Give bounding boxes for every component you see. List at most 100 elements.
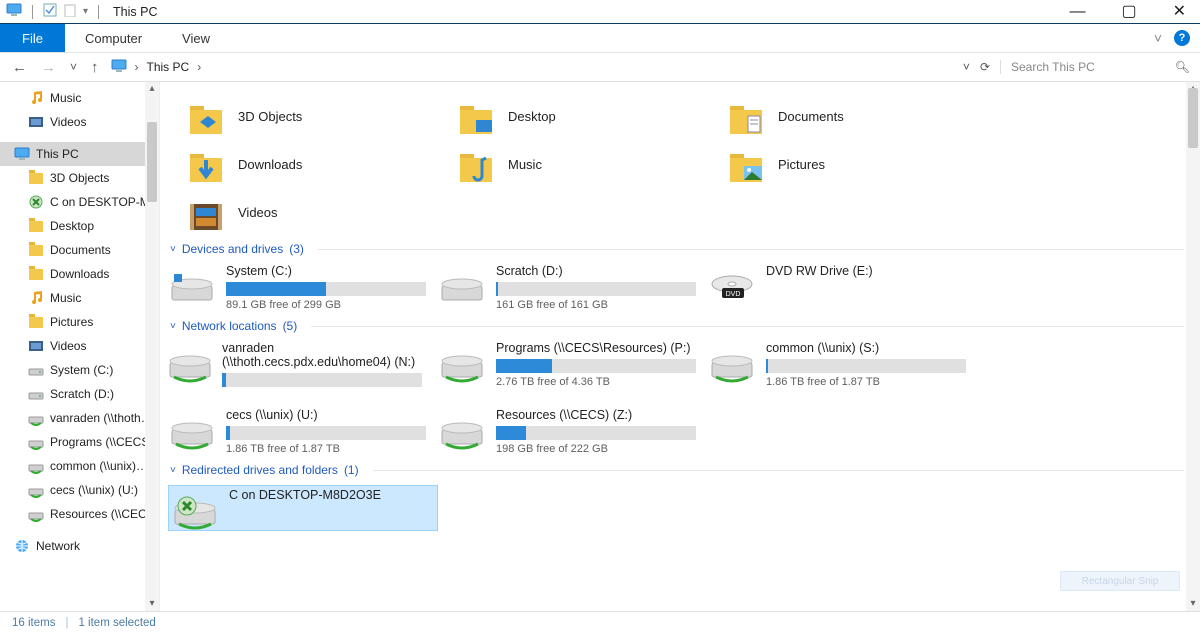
qat-dropdown-icon[interactable]: ▾	[83, 6, 88, 17]
tree-item[interactable]: Resources (\\CEC…	[0, 502, 159, 526]
ribbon-chevron-icon[interactable]: ˅	[1154, 30, 1162, 46]
minimize-button[interactable]: —	[1069, 4, 1085, 20]
folder-item[interactable]: Music	[456, 144, 726, 184]
drive-item[interactable]: DVD DVD RW Drive (E:)	[708, 264, 978, 311]
drive-item[interactable]: System (C:) 89.1 GB free of 299 GB	[168, 264, 438, 311]
divider	[318, 249, 1184, 250]
drive-name: Resources (\\CECS) (Z:)	[496, 408, 696, 422]
new-folder-icon[interactable]	[63, 3, 77, 20]
tree-item[interactable]: This PC	[0, 142, 159, 166]
refresh-button[interactable]: ⟳	[980, 60, 990, 74]
help-icon[interactable]: ?	[1174, 30, 1190, 46]
usage-bar	[222, 373, 422, 387]
tree-item-label: System (C:)	[50, 363, 113, 377]
tree-item[interactable]: System (C:)	[0, 358, 159, 382]
tab-view[interactable]: View	[162, 24, 230, 52]
group-header-devices[interactable]: ˅ Devices and drives (3)	[170, 242, 1184, 256]
tree-item-label: Scratch (D:)	[50, 387, 114, 401]
up-button[interactable]: ↑	[89, 59, 101, 76]
scroll-down-icon[interactable]: ▾	[1186, 597, 1200, 611]
address-bar[interactable]: › This PC › ˅ ⟳	[111, 59, 990, 76]
usage-bar	[496, 359, 696, 373]
back-button[interactable]: ←	[10, 59, 29, 76]
tree-item[interactable]: Network	[0, 534, 159, 558]
this-pc-icon	[6, 3, 22, 20]
tree-item-label: Music	[50, 291, 81, 305]
folder-item[interactable]: 3D Objects	[186, 96, 456, 136]
tree-item[interactable]: Music	[0, 86, 159, 110]
video-icon	[28, 338, 44, 354]
tree-item[interactable]: Documents	[0, 238, 159, 262]
chevron-right-icon[interactable]: ›	[193, 60, 205, 74]
recent-locations-button[interactable]: ˅	[68, 60, 79, 74]
folder-item[interactable]: Pictures	[726, 144, 996, 184]
maximize-button[interactable]: ▢	[1121, 4, 1136, 20]
snip-overlay: Rectangular Snip	[1060, 571, 1180, 591]
chevron-right-icon[interactable]: ›	[131, 60, 143, 74]
tree-item[interactable]: Videos	[0, 334, 159, 358]
net-drive-icon	[438, 412, 486, 448]
music-folder-icon	[456, 144, 496, 184]
tree-item[interactable]: Music	[0, 286, 159, 310]
tree-item[interactable]: Scratch (D:)	[0, 382, 159, 406]
folder-item[interactable]: Downloads	[186, 144, 456, 184]
tree-item[interactable]: Desktop	[0, 214, 159, 238]
net-icon	[28, 482, 44, 498]
tree-item[interactable]: Downloads	[0, 262, 159, 286]
downloads-folder-icon	[186, 144, 226, 184]
tree-item-label: 3D Objects	[50, 171, 109, 185]
group-header-redirected[interactable]: ˅ Redirected drives and folders (1)	[170, 463, 1184, 477]
address-dropdown-icon[interactable]: ˅	[963, 60, 970, 74]
tree-item[interactable]: common (\\unix)…	[0, 454, 159, 478]
drive-free-text: 1.86 TB free of 1.87 TB	[766, 376, 966, 388]
tree-item[interactable]: C on DESKTOP-M…	[0, 190, 159, 214]
folder-label: Downloads	[238, 157, 302, 172]
scrollbar[interactable]: ▴ ▾	[145, 82, 159, 611]
properties-icon[interactable]	[43, 3, 57, 20]
folder-icon	[28, 314, 44, 330]
search-input[interactable]: Search This PC 🔍︎	[1000, 60, 1190, 74]
tree-item[interactable]: Videos	[0, 110, 159, 134]
tree-item[interactable]: Pictures	[0, 310, 159, 334]
drive-name: vanraden (\\thoth.cecs.pdx.edu\home04) (…	[222, 341, 438, 369]
divider	[373, 470, 1184, 471]
scroll-up-icon[interactable]: ▴	[145, 82, 159, 96]
drive-name: System (C:)	[226, 264, 426, 278]
drive-item[interactable]: Programs (\\CECS\Resources) (P:) 2.76 TB…	[438, 341, 708, 388]
drive-item[interactable]: Resources (\\CECS) (Z:) 198 GB free of 2…	[438, 408, 708, 455]
file-tab[interactable]: File	[0, 24, 65, 52]
scroll-down-icon[interactable]: ▾	[145, 597, 159, 611]
tree-item[interactable]: cecs (\\unix) (U:)	[0, 478, 159, 502]
drive-item[interactable]: C on DESKTOP-M8D2O3E	[168, 485, 438, 531]
folder-label: Music	[508, 157, 542, 172]
drive-free-text: 161 GB free of 161 GB	[496, 299, 696, 311]
drive-item[interactable]: vanraden (\\thoth.cecs.pdx.edu\home04) (…	[168, 341, 438, 388]
hd-drive-icon	[438, 268, 486, 304]
folder-item[interactable]: Documents	[726, 96, 996, 136]
forward-button[interactable]: →	[39, 59, 58, 76]
tree-item[interactable]: vanraden (\\thoth…	[0, 406, 159, 430]
group-count: (1)	[344, 463, 359, 477]
folder-item[interactable]: Videos	[186, 192, 456, 232]
tree-item[interactable]: 3D Objects	[0, 166, 159, 190]
drive-item[interactable]: common (\\unix) (S:) 1.86 TB free of 1.8…	[708, 341, 978, 388]
drive-item[interactable]: Scratch (D:) 161 GB free of 161 GB	[438, 264, 708, 311]
scroll-thumb[interactable]	[147, 122, 157, 202]
breadcrumb[interactable]: This PC	[147, 60, 190, 74]
drive-name: C on DESKTOP-M8D2O3E	[229, 488, 381, 502]
group-header-network[interactable]: ˅ Network locations (5)	[170, 319, 1184, 333]
tree-item-label: Resources (\\CEC…	[50, 507, 159, 521]
3d-folder-icon	[186, 96, 226, 136]
folder-item[interactable]: Desktop	[456, 96, 726, 136]
tree-item[interactable]: Programs (\\CECS…	[0, 430, 159, 454]
net-icon	[28, 410, 44, 426]
scrollbar[interactable]: ▴ ▾	[1186, 82, 1200, 611]
scroll-thumb[interactable]	[1188, 88, 1198, 148]
drive-name: DVD RW Drive (E:)	[766, 264, 873, 278]
search-placeholder: Search This PC	[1011, 60, 1095, 74]
close-button[interactable]: ✕	[1173, 4, 1186, 20]
folder-icon	[28, 242, 44, 258]
tab-computer[interactable]: Computer	[65, 24, 162, 52]
drive-item[interactable]: cecs (\\unix) (U:) 1.86 TB free of 1.87 …	[168, 408, 438, 455]
net-icon	[28, 458, 44, 474]
